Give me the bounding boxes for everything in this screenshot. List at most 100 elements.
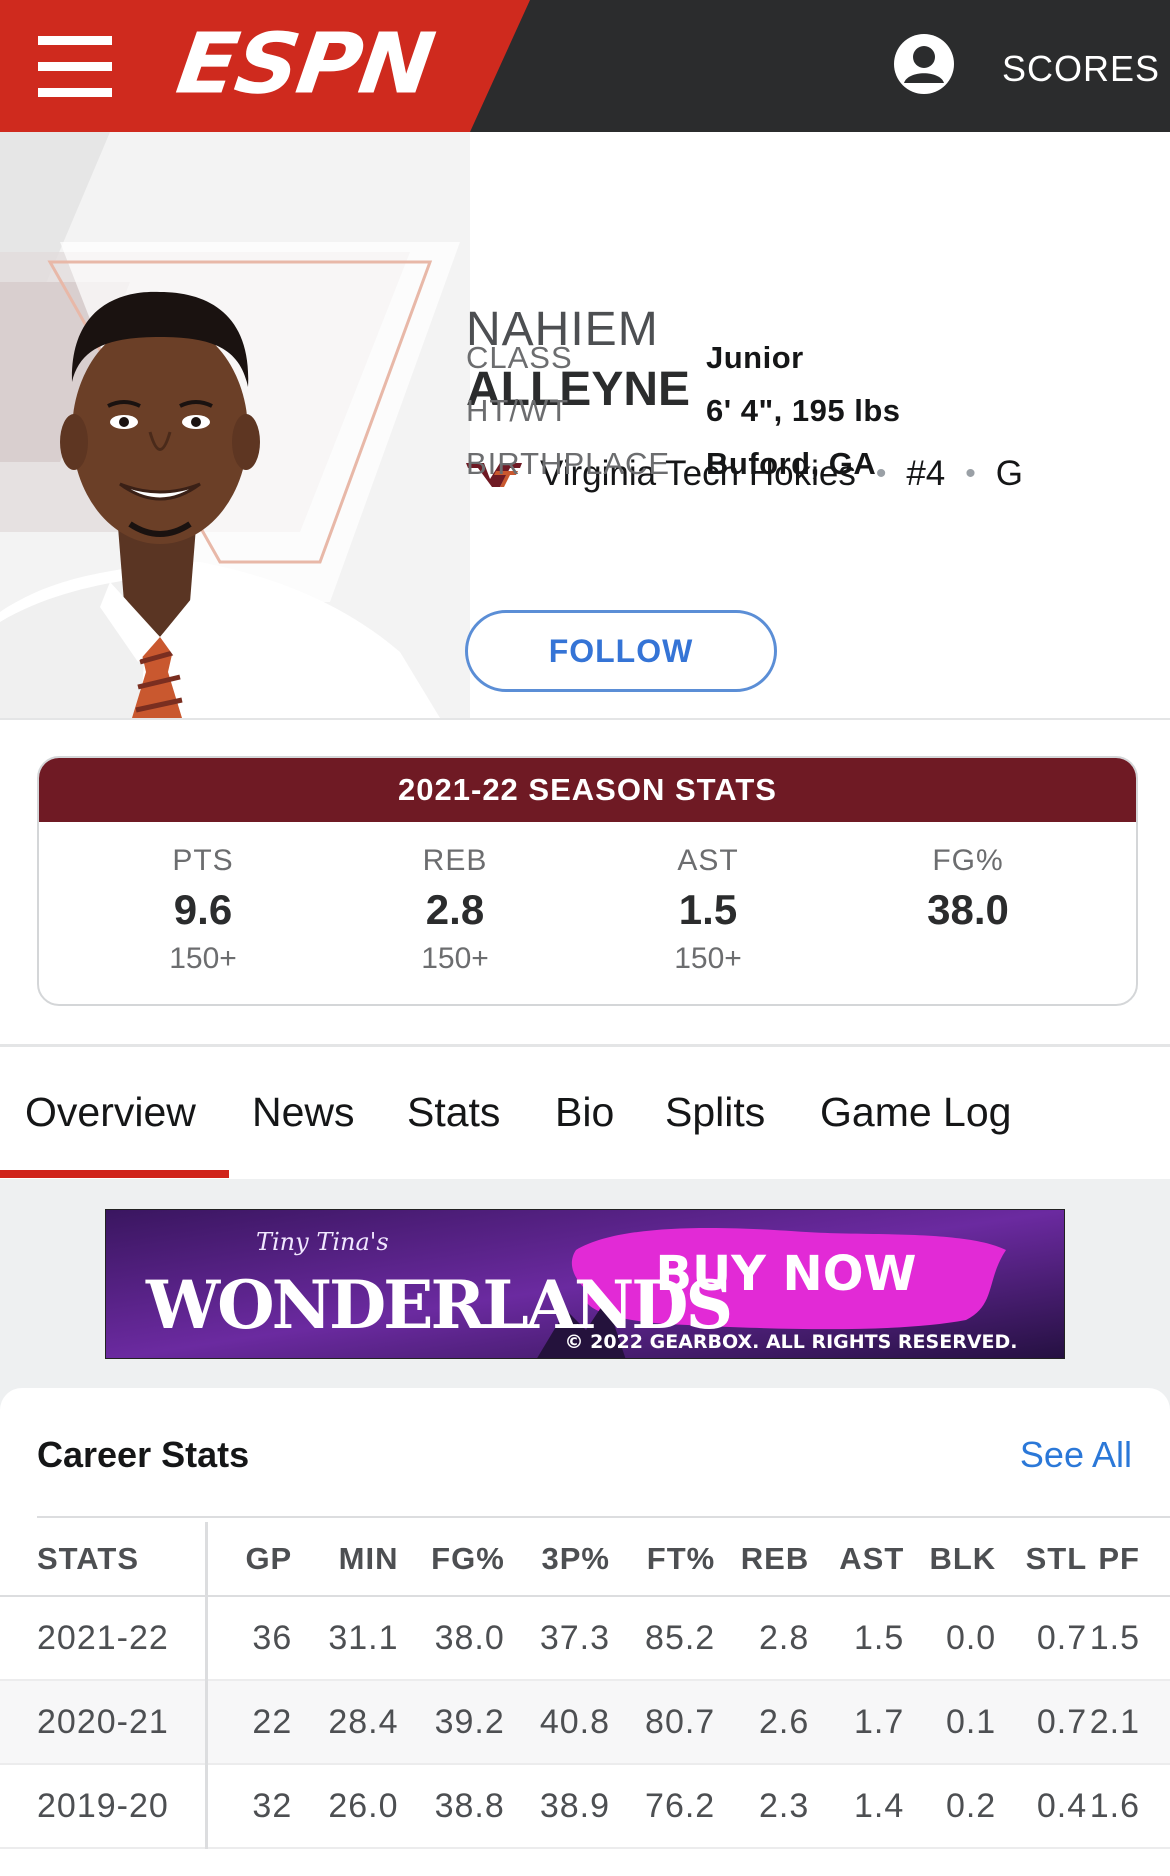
column-header: FT%: [610, 1522, 716, 1597]
table-cell: 0.0: [904, 1596, 997, 1681]
table-cell: 1.5: [1087, 1596, 1170, 1681]
table-cell: 2.8: [715, 1596, 810, 1681]
table-cell: 1.6: [1087, 1764, 1170, 1849]
stat-abbr: FG%: [932, 844, 1004, 877]
user-icon[interactable]: [893, 33, 955, 95]
follow-button[interactable]: FOLLOW: [465, 610, 777, 692]
bio-value: Junior: [706, 340, 804, 375]
stat-abbr: PTS: [172, 844, 234, 877]
tab-splits[interactable]: Splits: [665, 1089, 765, 1136]
menu-icon[interactable]: [38, 36, 112, 97]
tab-bio[interactable]: Bio: [555, 1089, 614, 1136]
table-cell: 1.4: [809, 1764, 905, 1849]
career-stats-section: Career Stats See All STATS GP MIN FG% 3P…: [0, 1388, 1170, 1876]
bio-row-class: CLASS Junior: [466, 340, 804, 376]
season-stats-card: 2021-22 SEASON STATS PTS 9.6 150+ REB 2.…: [37, 756, 1138, 1006]
table-cell: 22: [206, 1680, 293, 1765]
player-position: G: [995, 454, 1024, 493]
active-tab-indicator: [0, 1170, 229, 1178]
section-divider: [0, 718, 1170, 720]
table-cell: 0.1: [904, 1680, 997, 1765]
season-stat-ast: AST 1.5 150+: [608, 844, 808, 976]
separator-dot: •: [875, 457, 887, 490]
season-stat-reb: REB 2.8 150+: [355, 844, 555, 976]
stat-rank: 150+: [674, 942, 742, 975]
table-cell: 28.4: [292, 1680, 399, 1765]
table-cell: 38.9: [504, 1764, 610, 1849]
bio-value: Buford, GA: [706, 446, 877, 481]
scores-link[interactable]: SCORES: [1002, 48, 1160, 90]
table-cell: 37.3: [504, 1596, 610, 1681]
table-row: 2019-20 32 26.0 38.8 38.9 76.2 2.3 1.4 0…: [0, 1764, 1170, 1849]
table-cell: 32: [206, 1764, 293, 1849]
column-header: GP: [206, 1522, 293, 1597]
season-stats-title: 2021-22 SEASON STATS: [39, 758, 1136, 822]
bio-label: HT/WT: [466, 393, 570, 428]
stat-value: 38.0: [927, 886, 1009, 933]
player-tabs: Overview News Stats Bio Splits Game Log: [0, 1047, 1170, 1179]
column-header: REB: [715, 1522, 810, 1597]
table-cell: 31.1: [292, 1596, 399, 1681]
season-cell: 2021-22: [0, 1596, 208, 1681]
table-cell: 2.1: [1087, 1680, 1170, 1765]
ad-artwork: Tiny Tina's WONDERLANDS BUY NOW © 2022 G…: [106, 1210, 1064, 1358]
column-header: MIN: [292, 1522, 399, 1597]
table-row: 2021-22 36 31.1 38.0 37.3 85.2 2.8 1.5 0…: [0, 1596, 1170, 1681]
season-cell: 2019-20: [0, 1764, 208, 1849]
season-stat-pts: PTS 9.6 150+: [103, 844, 303, 976]
column-header: STL: [996, 1522, 1088, 1597]
tab-stats[interactable]: Stats: [407, 1089, 500, 1136]
bio-label: CLASS: [466, 340, 573, 375]
table-cell: 1.5: [809, 1596, 905, 1681]
bio-row-birthplace: BIRTHPLACE Buford, GA: [466, 446, 876, 482]
table-cell: 80.7: [610, 1680, 716, 1765]
career-stats-title: Career Stats: [37, 1434, 250, 1475]
table-row: 2020-21 22 28.4 39.2 40.8 80.7 2.6 1.7 0…: [0, 1680, 1170, 1765]
table-cell: 0.4: [996, 1764, 1088, 1849]
tab-game-log[interactable]: Game Log: [820, 1089, 1011, 1136]
player-headshot: [0, 132, 470, 718]
table-cell: 39.2: [398, 1680, 505, 1765]
stat-value: 2.8: [425, 886, 485, 933]
table-cell: 85.2: [610, 1596, 716, 1681]
stat-rank: 150+: [169, 942, 237, 975]
table-cell: 0.2: [904, 1764, 997, 1849]
season-cell: 2020-21: [0, 1680, 208, 1765]
jersey-number: #4: [906, 454, 946, 493]
stat-abbr: AST: [677, 844, 739, 877]
table-cell: 1.7: [809, 1680, 905, 1765]
espn-logo[interactable]: ESPN: [171, 15, 438, 113]
stat-abbr: REB: [422, 844, 488, 877]
column-header: STATS: [0, 1522, 208, 1597]
table-cell: 0.7: [996, 1680, 1088, 1765]
see-all-link[interactable]: See All: [1020, 1434, 1132, 1476]
table-cell: 26.0: [292, 1764, 399, 1849]
career-stats-table: STATS GP MIN FG% 3P% FT% REB AST BLK STL…: [0, 1522, 1170, 1849]
table-cell: 40.8: [504, 1680, 610, 1765]
column-header: AST: [809, 1522, 905, 1597]
table-cell: 2.3: [715, 1764, 810, 1849]
table-cell: 76.2: [610, 1764, 716, 1849]
bio-row-height-weight: HT/WT 6' 4", 195 lbs: [466, 393, 901, 429]
ad-cta: BUY NOW: [656, 1246, 917, 1302]
table-cell: 2.6: [715, 1680, 810, 1765]
stat-rank: 150+: [421, 942, 489, 975]
advertisement-banner[interactable]: Tiny Tina's WONDERLANDS BUY NOW © 2022 G…: [105, 1209, 1065, 1359]
tab-news[interactable]: News: [252, 1089, 355, 1136]
separator-dot: •: [965, 457, 976, 490]
column-header: BLK: [904, 1522, 997, 1597]
stat-value: 1.5: [678, 886, 738, 933]
column-header: 3P%: [504, 1522, 610, 1597]
stat-value: 9.6: [173, 886, 233, 933]
ad-copyright: © 2022 GEARBOX. ALL RIGHTS RESERVED.: [564, 1331, 1017, 1353]
season-stat-fg-pct: FG% 38.0: [868, 844, 1068, 942]
top-navigation-bar: ESPN SCORES: [0, 0, 1170, 132]
column-header: FG%: [398, 1522, 505, 1597]
section-divider: [37, 1516, 1170, 1518]
tab-overview[interactable]: Overview: [25, 1089, 196, 1136]
ad-brand-small: Tiny Tina's: [256, 1228, 389, 1256]
table-cell: 0.7: [996, 1596, 1088, 1681]
bio-label: BIRTHPLACE: [466, 446, 671, 481]
table-cell: 38.8: [398, 1764, 505, 1849]
table-cell: 38.0: [398, 1596, 505, 1681]
